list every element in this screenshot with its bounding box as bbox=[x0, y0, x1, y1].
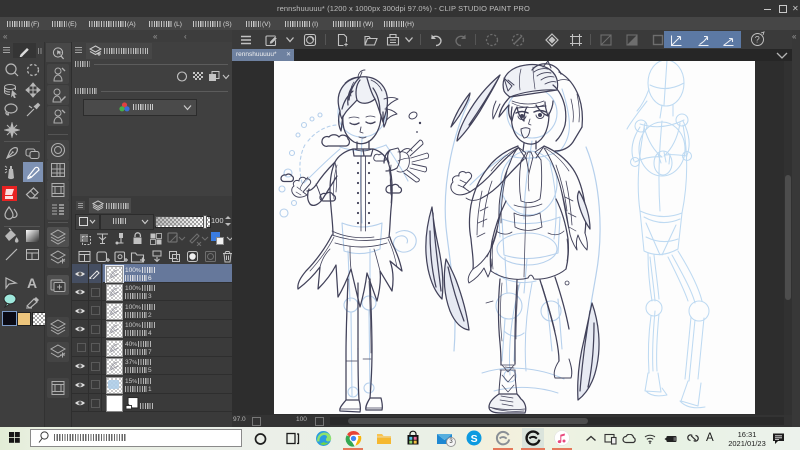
svg-text:S: S bbox=[471, 433, 478, 445]
svg-text:?: ? bbox=[755, 35, 760, 45]
